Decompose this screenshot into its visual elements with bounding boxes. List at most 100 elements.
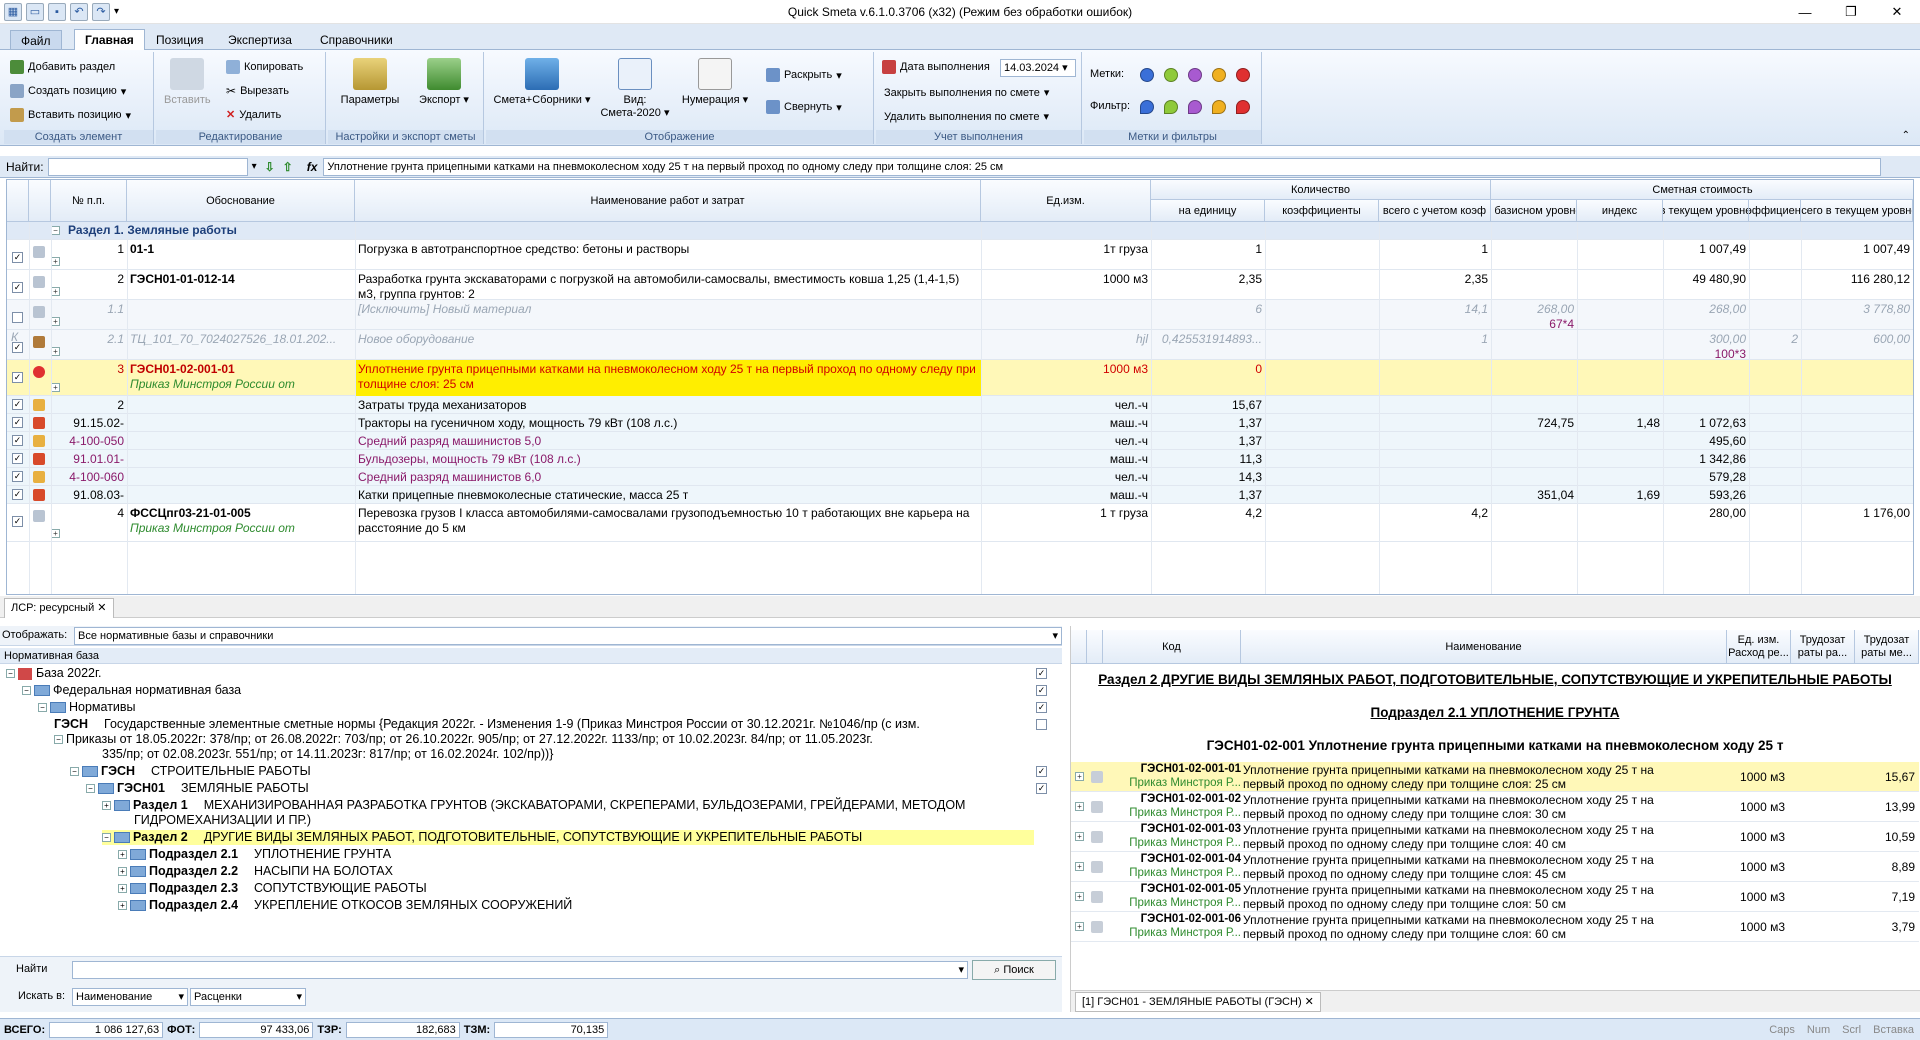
cell-cur[interactable]: 495,60 bbox=[1663, 432, 1749, 451]
copy-button[interactable]: Копировать bbox=[226, 60, 303, 74]
cell-tot[interactable] bbox=[1379, 396, 1491, 400]
expand-row-icon[interactable]: + bbox=[51, 529, 60, 538]
tree-toggle-icon[interactable]: − bbox=[102, 833, 111, 843]
cell-name[interactable]: Средний разряд машинистов 5,0 bbox=[355, 432, 981, 451]
cell-base[interactable] bbox=[1491, 240, 1577, 244]
cell-all[interactable] bbox=[1801, 360, 1913, 364]
header-base[interactable]: в базисном уровне bbox=[1491, 200, 1577, 222]
tree-node[interactable]: − Нормативы bbox=[38, 700, 136, 715]
rh-unit[interactable]: Ед. изм. Расход ре... bbox=[1727, 630, 1791, 664]
cell-coef[interactable] bbox=[1265, 414, 1379, 418]
tree-checkbox[interactable]: ✓ bbox=[1036, 685, 1047, 696]
cell-num[interactable]: 4-100-050 bbox=[51, 432, 127, 451]
find-prev-icon[interactable]: ⇧ bbox=[283, 160, 293, 174]
cell-c2[interactable] bbox=[1749, 300, 1801, 304]
row-checkbox[interactable]: ✓ bbox=[12, 282, 23, 293]
cell-cur[interactable] bbox=[1663, 360, 1749, 364]
cell-all[interactable] bbox=[1801, 432, 1913, 436]
rate-row[interactable]: + ГЭСН01-02-001-01 Приказ Минстроя Р... Упл… bbox=[1071, 762, 1919, 792]
close-tab-icon[interactable]: ✕ bbox=[1305, 996, 1314, 1008]
cell-per[interactable]: 1,37 bbox=[1151, 414, 1265, 433]
row-checkbox[interactable]: ✓ bbox=[12, 372, 23, 383]
cell-per[interactable]: 0,425531914893... bbox=[1151, 330, 1265, 349]
expand-rate-icon[interactable]: + bbox=[1075, 772, 1084, 781]
header-per-unit[interactable]: на единицу bbox=[1151, 200, 1265, 222]
section-row[interactable]: − Раздел 1. Земляные работы bbox=[7, 222, 1913, 240]
export-button[interactable]: Экспорт ▾ bbox=[414, 58, 474, 107]
expand-rate-icon[interactable]: + bbox=[1075, 802, 1084, 811]
tree-node[interactable]: − Раздел 2 ДРУГИЕ ВИДЫ ЗЕМЛЯНЫХ РАБОТ, ПОД… bbox=[102, 830, 1034, 845]
cell-per[interactable]: 0 bbox=[1151, 360, 1265, 379]
tree-toggle-icon[interactable]: − bbox=[70, 767, 79, 777]
cell-base[interactable]: 724,75 bbox=[1491, 414, 1577, 433]
cell-coef[interactable] bbox=[1265, 450, 1379, 454]
mark-dot-icon[interactable] bbox=[1236, 68, 1250, 82]
cell-base[interactable] bbox=[1491, 330, 1577, 334]
grid-row[interactable]: ✓91.15.02-024Тракторы на гусеничном ходу… bbox=[7, 414, 1913, 445]
cell-all[interactable]: 3 778,80 bbox=[1801, 300, 1913, 319]
cell-per[interactable]: 1,37 bbox=[1151, 432, 1265, 451]
cell-tot[interactable] bbox=[1379, 360, 1491, 364]
expand-button[interactable]: Раскрыть ▾ bbox=[766, 68, 842, 82]
cell-num[interactable]: 1 bbox=[51, 240, 127, 259]
cell-idx[interactable] bbox=[1577, 504, 1663, 508]
restore-icon[interactable]: ❐ bbox=[1828, 0, 1874, 24]
save-icon[interactable]: ▪ bbox=[48, 2, 66, 21]
cell-per[interactable]: 1 bbox=[1151, 240, 1265, 259]
tree-checkbox[interactable] bbox=[1036, 719, 1047, 730]
cell-coef[interactable] bbox=[1265, 486, 1379, 490]
rate-row[interactable]: + ГЭСН01-02-001-06 Приказ Минстроя Р... Упл… bbox=[1071, 912, 1919, 942]
cell-cur[interactable] bbox=[1663, 396, 1749, 400]
tab-references[interactable]: Справочники bbox=[310, 30, 403, 50]
row-checkbox[interactable]: ✓ bbox=[12, 417, 23, 428]
find-dropdown-icon[interactable]: ▾ bbox=[252, 161, 257, 172]
tree-node[interactable]: ГЭСН Государственные элементные сметные н… bbox=[54, 717, 920, 732]
header-index[interactable]: индекс bbox=[1577, 200, 1663, 222]
row-checkbox[interactable]: ✓ bbox=[12, 489, 23, 500]
cell-tot[interactable] bbox=[1379, 468, 1491, 472]
cell-base[interactable] bbox=[1491, 504, 1577, 508]
row-checkbox[interactable]: ✓ bbox=[12, 435, 23, 446]
cell-tot[interactable]: 14,1 bbox=[1379, 300, 1491, 319]
smeta-collections-button[interactable]: Смета+Сборники ▾ bbox=[492, 58, 592, 107]
cell-base[interactable] bbox=[1491, 360, 1577, 364]
cell-cur[interactable]: 268,00 bbox=[1663, 300, 1749, 319]
expand-rate-icon[interactable]: + bbox=[1075, 862, 1084, 871]
cell-basis[interactable] bbox=[127, 432, 355, 436]
tab-file[interactable]: Файл bbox=[10, 30, 62, 50]
tree-node[interactable]: ГИДРОМЕХАНИЗАЦИИ И ПР.) bbox=[102, 813, 311, 828]
cell-unit[interactable]: чел.-ч bbox=[981, 468, 1151, 487]
cell-basis[interactable] bbox=[127, 396, 355, 400]
cell-basis[interactable] bbox=[127, 450, 355, 454]
row-checkbox[interactable]: ✓ bbox=[12, 399, 23, 410]
tree-find-input[interactable]: ▾ bbox=[72, 961, 968, 979]
tree-toggle-icon[interactable]: + bbox=[118, 850, 127, 860]
grid-row[interactable]: ✓ +4 ФССЦпг03-21-01-005 Приказ Минстроя Рос… bbox=[7, 504, 1913, 542]
header-unit[interactable]: Ед.изм. bbox=[981, 180, 1151, 222]
cell-basis[interactable] bbox=[127, 486, 355, 490]
cell-per[interactable]: 11,3 bbox=[1151, 450, 1265, 469]
cell-unit[interactable]: маш.-ч bbox=[981, 486, 1151, 505]
header-name[interactable]: Наименование работ и затрат bbox=[355, 180, 981, 222]
find-next-icon[interactable]: ⇩ bbox=[265, 160, 275, 174]
cell-base[interactable] bbox=[1491, 450, 1577, 454]
grid-row[interactable]: ✓ +2.1 К ТЦ_101_70_7024027526_18.01.202... Н… bbox=[7, 330, 1913, 361]
rate-row[interactable]: + ГЭСН01-02-001-05 Приказ Минстроя Р... Упл… bbox=[1071, 882, 1919, 912]
grid-row[interactable]: ✓ 2 Затраты труда механизаторов чел.-ч 15,67 bbox=[7, 396, 1913, 414]
expand-rate-icon[interactable]: + bbox=[1075, 922, 1084, 931]
minimize-icon[interactable]: — bbox=[1782, 0, 1828, 24]
cell-cur[interactable]: 49 480,90 bbox=[1663, 270, 1749, 289]
cell-name[interactable]: Новое оборудование bbox=[355, 330, 981, 349]
add-section-button[interactable]: Добавить раздел bbox=[10, 60, 115, 74]
tab-position[interactable]: Позиция bbox=[146, 30, 213, 50]
row-checkbox[interactable]: ✓ bbox=[12, 471, 23, 482]
insert-position-button[interactable]: Вставить позицию ▾ bbox=[10, 108, 131, 122]
cell-coef[interactable] bbox=[1265, 270, 1379, 274]
header-coef2[interactable]: коэффициенты bbox=[1749, 200, 1801, 222]
collapse-ribbon-icon[interactable]: ⌃ bbox=[1902, 130, 1910, 141]
cell-coef[interactable] bbox=[1265, 396, 1379, 400]
tree-node[interactable]: − База 2022г. bbox=[6, 666, 102, 681]
formula-input[interactable]: Уплотнение грунта прицепными катками на … bbox=[323, 157, 1882, 176]
cell-all[interactable] bbox=[1801, 468, 1913, 472]
tree-toggle-icon[interactable]: + bbox=[118, 901, 127, 911]
